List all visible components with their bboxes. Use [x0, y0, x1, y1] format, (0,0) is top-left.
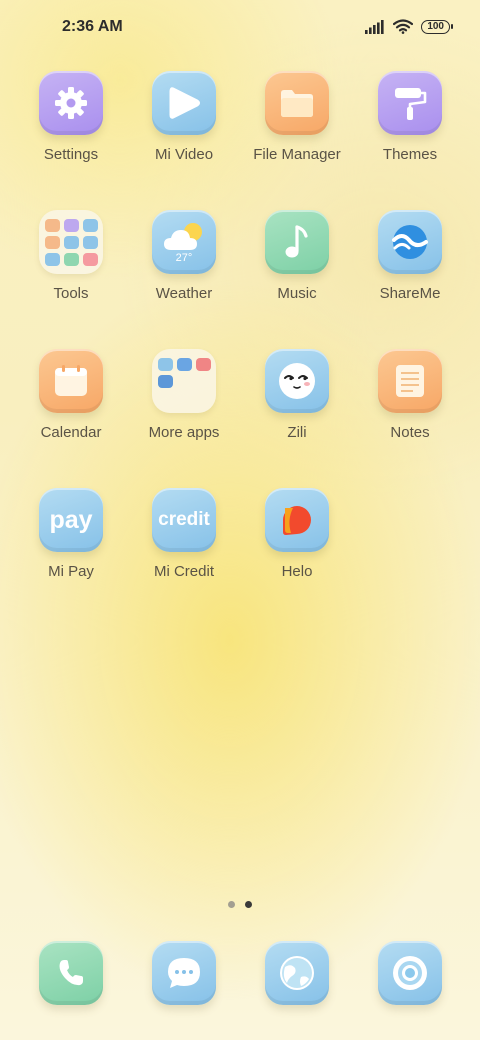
- wifi-icon: [393, 19, 414, 34]
- dock-phone[interactable]: [15, 941, 127, 1040]
- app-label: ShareMe: [379, 285, 441, 302]
- app-file-manager[interactable]: File Manager: [241, 71, 353, 181]
- dock-browser[interactable]: [241, 941, 353, 1040]
- app-helo[interactable]: Helo: [241, 488, 353, 598]
- zili-face-icon: [279, 363, 315, 399]
- play-icon: [169, 87, 200, 119]
- app-label: Themes: [382, 146, 438, 163]
- gear-icon: [55, 87, 87, 119]
- page-indicator: [228, 901, 252, 908]
- battery-indicator: 100: [421, 19, 453, 34]
- app-label: Weather: [155, 285, 213, 302]
- app-zili[interactable]: Zili: [241, 349, 353, 459]
- messages-icon: [168, 958, 200, 988]
- app-label: Tools: [53, 285, 89, 302]
- browser-icon: [280, 956, 314, 990]
- app-mi-credit[interactable]: credit Mi Credit: [128, 488, 240, 598]
- app-label: More apps: [148, 424, 220, 441]
- notes-icon: [396, 365, 424, 397]
- status-bar: 2:36 AM 100: [0, 0, 480, 56]
- app-mi-video[interactable]: Mi Video: [128, 71, 240, 181]
- app-label: File Manager: [253, 146, 341, 163]
- music-note-icon: [285, 225, 308, 258]
- more-apps-folder-icon: [157, 357, 211, 405]
- paint-roller-icon: [395, 88, 427, 120]
- app-notes[interactable]: Notes: [354, 349, 466, 459]
- dock-messages[interactable]: [128, 941, 240, 1040]
- app-weather[interactable]: 27° Weather: [128, 210, 240, 320]
- app-music[interactable]: Music: [241, 210, 353, 320]
- status-icons: 100: [365, 19, 453, 34]
- app-label: Settings: [43, 146, 99, 163]
- mi-pay-icon: pay: [49, 505, 93, 534]
- app-shareme[interactable]: ShareMe: [354, 210, 466, 320]
- helo-icon: [283, 506, 311, 535]
- app-label: Mi Pay: [48, 563, 94, 580]
- app-label: Calendar: [40, 424, 102, 441]
- mi-credit-icon: credit: [158, 509, 210, 530]
- app-mi-pay[interactable]: pay Mi Pay: [15, 488, 127, 598]
- page-dot[interactable]: [228, 901, 235, 908]
- app-settings[interactable]: Settings: [15, 71, 127, 181]
- shareme-icon: [392, 225, 428, 259]
- dock-camera[interactable]: [354, 941, 466, 1040]
- weather-icon: [164, 223, 202, 250]
- app-label: Notes: [390, 424, 430, 441]
- app-label: Mi Credit: [153, 563, 214, 580]
- app-label: Music: [277, 285, 317, 302]
- phone-icon: [59, 960, 83, 986]
- camera-icon: [393, 956, 427, 990]
- signal-bars-icon: [365, 19, 384, 34]
- status-time: 2:36 AM: [62, 18, 123, 35]
- app-calendar[interactable]: Calendar: [15, 349, 127, 459]
- calendar-icon: [55, 365, 87, 396]
- app-themes[interactable]: Themes: [354, 71, 466, 181]
- app-tools-folder[interactable]: Tools: [15, 210, 127, 320]
- app-label: Zili: [287, 424, 307, 441]
- app-more-apps-folder[interactable]: More apps: [128, 349, 240, 459]
- tools-folder-icon: [44, 218, 98, 266]
- page-dot-active[interactable]: [245, 901, 252, 908]
- app-label: Mi Video: [154, 146, 214, 163]
- weather-temperature: 27°: [175, 252, 193, 264]
- folder-icon: [281, 90, 313, 117]
- app-label: Helo: [281, 563, 313, 580]
